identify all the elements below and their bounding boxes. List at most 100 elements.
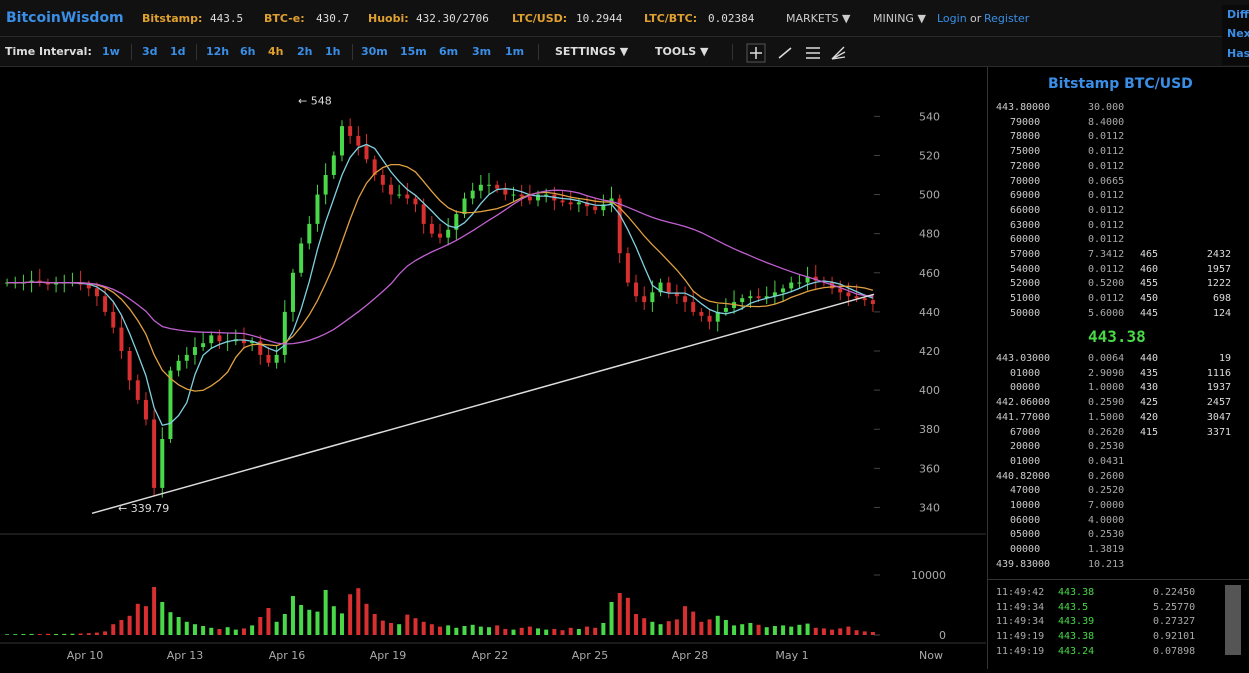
orderbook-amount: 0.0112 bbox=[1088, 219, 1125, 231]
ticker-ltcusd-label[interactable]: LTC/USD: bbox=[512, 12, 567, 25]
volume-bar bbox=[331, 606, 336, 635]
time-tick-label: Apr 25 bbox=[572, 649, 609, 662]
orderbook-price: 441.77 bbox=[996, 411, 1033, 423]
interval-3d[interactable]: 3d bbox=[142, 45, 158, 58]
hashrate-link[interactable]: Has bbox=[1227, 47, 1249, 60]
site-logo[interactable]: BitcoinWisdom bbox=[6, 10, 124, 26]
candle-body bbox=[593, 206, 598, 211]
candle-body bbox=[429, 223, 434, 234]
candle-body bbox=[666, 282, 671, 293]
volume-bar bbox=[397, 624, 402, 635]
trade-price: 443.38 bbox=[1058, 631, 1095, 643]
volume-bar bbox=[797, 624, 802, 635]
volume-bar bbox=[241, 628, 246, 635]
candle-body bbox=[388, 184, 393, 195]
line-tool-icon[interactable] bbox=[778, 47, 792, 59]
volume-bar bbox=[364, 603, 369, 635]
candle-body bbox=[282, 311, 287, 355]
volume-bar bbox=[650, 621, 655, 635]
register-link[interactable]: Register bbox=[984, 12, 1029, 25]
next-link[interactable]: Nex bbox=[1227, 27, 1249, 40]
interval-3m[interactable]: 3m bbox=[472, 45, 491, 58]
interval-4h[interactable]: 4h bbox=[268, 45, 284, 58]
interval-12h[interactable]: 12h bbox=[206, 45, 229, 58]
orderbook-price: 439.83 bbox=[996, 558, 1033, 570]
difficulty-link[interactable]: Diff bbox=[1227, 8, 1249, 21]
price-tick-label: 340 bbox=[919, 501, 940, 514]
depth-volume: 1116 bbox=[1206, 367, 1231, 379]
interval-15m[interactable]: 15m bbox=[400, 45, 427, 58]
settings-menu[interactable]: SETTINGS ▼ bbox=[555, 45, 628, 58]
candle-body bbox=[495, 184, 500, 189]
time-tick-label: Apr 19 bbox=[370, 649, 407, 662]
interval-1w[interactable]: 1w bbox=[102, 45, 120, 58]
volume-bar bbox=[789, 626, 794, 635]
login-link[interactable]: Login bbox=[937, 12, 967, 25]
orderbook-amount: 0.0112 bbox=[1088, 146, 1125, 158]
interval-6m[interactable]: 6m bbox=[439, 45, 458, 58]
candle-body bbox=[209, 335, 214, 344]
orderbook-amount: 0.0112 bbox=[1088, 234, 1125, 246]
ticker-huobi-label[interactable]: Huobi: bbox=[368, 12, 409, 25]
interval-30m[interactable]: 30m bbox=[361, 45, 388, 58]
ticker-ltcbtc-label[interactable]: LTC/BTC: bbox=[644, 12, 697, 25]
orderbook-price: 442.06 bbox=[996, 397, 1033, 409]
interval-6h[interactable]: 6h bbox=[240, 45, 256, 58]
candle-body bbox=[748, 296, 753, 299]
orderbook-amount: 8.4000 bbox=[1088, 116, 1125, 128]
price-chart-canvas[interactable]: 340360380400420440460480500520540100000 … bbox=[0, 67, 986, 669]
interval-1m[interactable]: 1m bbox=[505, 45, 524, 58]
orderbook-amount: 0.2600 bbox=[1088, 470, 1125, 482]
candle-body bbox=[634, 282, 639, 297]
candle-body bbox=[160, 439, 165, 488]
candle-body bbox=[315, 194, 320, 224]
orderbook-price-digits: 63000 bbox=[1010, 219, 1041, 231]
volume-bar bbox=[772, 626, 777, 635]
volume-bar bbox=[862, 631, 867, 635]
orderbook-amount: 2.9090 bbox=[1088, 367, 1125, 379]
tools-menu[interactable]: TOOLS ▼ bbox=[655, 45, 708, 58]
volume-bar bbox=[732, 625, 737, 635]
crosshair-icon[interactable] bbox=[746, 43, 766, 63]
orderbook-amount: 0.0112 bbox=[1088, 190, 1125, 202]
orderbook-amount: 0.0112 bbox=[1088, 160, 1125, 172]
orderbook-price-digits: 00000 bbox=[1010, 544, 1041, 556]
interval-1h[interactable]: 1h bbox=[325, 45, 341, 58]
ticker-bitstamp-label[interactable]: Bitstamp: bbox=[142, 12, 202, 25]
depth-price: 440 bbox=[1140, 353, 1159, 364]
trade-time: 11:49:19 bbox=[996, 631, 1045, 643]
price-tick-label: 360 bbox=[919, 462, 940, 475]
horizontal-lines-icon[interactable] bbox=[806, 47, 820, 59]
fibonacci-fan-icon[interactable] bbox=[831, 46, 846, 60]
markets-menu[interactable]: MARKETS ▼ bbox=[786, 12, 850, 25]
price-chart[interactable]: 340 360 380 400 420 440 460 480 500 520 540 10000 0 … bbox=[0, 67, 986, 669]
interval-1d[interactable]: 1d bbox=[170, 45, 186, 58]
volume-bar bbox=[290, 596, 295, 635]
ticker-huobi-value: 432.30/2706 bbox=[416, 12, 489, 25]
candle-body bbox=[511, 194, 516, 196]
volume-bar bbox=[568, 627, 573, 635]
orderbook-title: Bitstamp BTC/USD bbox=[1048, 76, 1193, 92]
volume-bar bbox=[299, 605, 304, 635]
volume-bar bbox=[511, 629, 516, 635]
candle-body bbox=[413, 198, 418, 205]
orderbook-amount: 4.0000 bbox=[1088, 514, 1125, 526]
ticker-btce-label[interactable]: BTC-e: bbox=[264, 12, 305, 25]
mining-menu[interactable]: MINING ▼ bbox=[873, 12, 926, 25]
volume-bar bbox=[487, 627, 492, 635]
interval-2h[interactable]: 2h bbox=[297, 45, 313, 58]
volume-bar bbox=[282, 614, 287, 635]
volume-bar bbox=[62, 633, 67, 635]
orderbook-price-digits: 67000 bbox=[1010, 426, 1041, 438]
depth-price: 445 bbox=[1140, 307, 1159, 319]
time-tick-label: Apr 10 bbox=[67, 649, 104, 662]
trades-scrollbar[interactable] bbox=[1225, 585, 1241, 655]
toolbar-divider bbox=[196, 44, 197, 60]
volume-bar bbox=[821, 628, 826, 635]
candle-body bbox=[152, 419, 157, 488]
orderbook-price: 443.8 bbox=[996, 102, 1027, 113]
volume-bar bbox=[478, 626, 483, 635]
time-tick-label: May 1 bbox=[775, 649, 808, 662]
toolbar-divider bbox=[131, 44, 132, 60]
right-info-panel: Diff Nex Has bbox=[1222, 5, 1249, 65]
